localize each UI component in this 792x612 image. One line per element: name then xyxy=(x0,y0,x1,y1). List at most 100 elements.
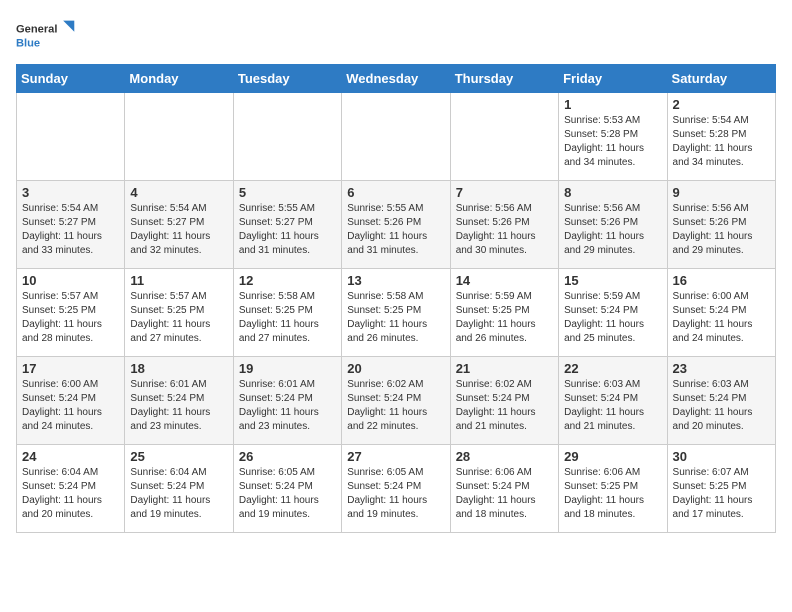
day-info: Sunrise: 6:06 AM Sunset: 5:25 PM Dayligh… xyxy=(564,466,661,522)
day-number: 29 xyxy=(564,449,661,464)
day-info: Sunrise: 6:00 AM Sunset: 5:24 PM Dayligh… xyxy=(673,290,770,346)
day-info: Sunrise: 6:07 AM Sunset: 5:25 PM Dayligh… xyxy=(673,466,770,522)
day-number: 13 xyxy=(347,273,444,288)
week-row-5: 24 Sunrise: 6:04 AM Sunset: 5:24 PM Dayli… xyxy=(17,445,776,533)
day-number: 25 xyxy=(130,449,227,464)
day-info: Sunrise: 5:54 AM Sunset: 5:27 PM Dayligh… xyxy=(130,202,227,258)
day-info: Sunrise: 5:55 AM Sunset: 5:27 PM Dayligh… xyxy=(239,202,336,258)
day-cell xyxy=(17,93,125,181)
day-cell: 8 Sunrise: 5:56 AM Sunset: 5:26 PM Daylig… xyxy=(559,181,667,269)
day-info: Sunrise: 6:00 AM Sunset: 5:24 PM Dayligh… xyxy=(22,378,119,434)
day-number: 26 xyxy=(239,449,336,464)
day-cell: 26 Sunrise: 6:05 AM Sunset: 5:24 PM Dayli… xyxy=(233,445,341,533)
day-cell: 1 Sunrise: 5:53 AM Sunset: 5:28 PM Daylig… xyxy=(559,93,667,181)
day-cell: 24 Sunrise: 6:04 AM Sunset: 5:24 PM Dayli… xyxy=(17,445,125,533)
day-cell xyxy=(342,93,450,181)
svg-text:Blue: Blue xyxy=(16,37,40,49)
header-cell-friday: Friday xyxy=(559,65,667,93)
day-number: 28 xyxy=(456,449,553,464)
day-number: 18 xyxy=(130,361,227,376)
day-number: 14 xyxy=(456,273,553,288)
day-info: Sunrise: 6:05 AM Sunset: 5:24 PM Dayligh… xyxy=(239,466,336,522)
day-info: Sunrise: 6:03 AM Sunset: 5:24 PM Dayligh… xyxy=(564,378,661,434)
day-info: Sunrise: 5:53 AM Sunset: 5:28 PM Dayligh… xyxy=(564,114,661,170)
day-cell xyxy=(450,93,558,181)
svg-text:General: General xyxy=(16,24,57,36)
day-number: 21 xyxy=(456,361,553,376)
day-number: 8 xyxy=(564,185,661,200)
day-cell: 2 Sunrise: 5:54 AM Sunset: 5:28 PM Daylig… xyxy=(667,93,775,181)
day-cell: 17 Sunrise: 6:00 AM Sunset: 5:24 PM Dayli… xyxy=(17,357,125,445)
day-info: Sunrise: 5:57 AM Sunset: 5:25 PM Dayligh… xyxy=(130,290,227,346)
day-number: 7 xyxy=(456,185,553,200)
day-cell: 9 Sunrise: 5:56 AM Sunset: 5:26 PM Daylig… xyxy=(667,181,775,269)
page-header: General Blue xyxy=(16,16,776,56)
day-info: Sunrise: 6:05 AM Sunset: 5:24 PM Dayligh… xyxy=(347,466,444,522)
week-row-2: 3Sunrise: 5:54 AM Sunset: 5:27 PM Daylig… xyxy=(17,181,776,269)
header-cell-saturday: Saturday xyxy=(667,65,775,93)
day-number: 30 xyxy=(673,449,770,464)
day-cell xyxy=(233,93,341,181)
day-cell xyxy=(125,93,233,181)
day-cell: 21Sunrise: 6:02 AM Sunset: 5:24 PM Dayli… xyxy=(450,357,558,445)
day-info: Sunrise: 5:59 AM Sunset: 5:25 PM Dayligh… xyxy=(456,290,553,346)
day-cell: 28Sunrise: 6:06 AM Sunset: 5:24 PM Dayli… xyxy=(450,445,558,533)
day-number: 1 xyxy=(564,97,661,112)
day-info: Sunrise: 5:58 AM Sunset: 5:25 PM Dayligh… xyxy=(347,290,444,346)
day-number: 4 xyxy=(130,185,227,200)
day-cell: 15 Sunrise: 5:59 AM Sunset: 5:24 PM Dayli… xyxy=(559,269,667,357)
week-row-3: 10 Sunrise: 5:57 AM Sunset: 5:25 PM Dayli… xyxy=(17,269,776,357)
day-cell: 14 Sunrise: 5:59 AM Sunset: 5:25 PM Dayli… xyxy=(450,269,558,357)
day-cell: 20Sunrise: 6:02 AM Sunset: 5:24 PM Dayli… xyxy=(342,357,450,445)
day-info: Sunrise: 6:01 AM Sunset: 5:24 PM Dayligh… xyxy=(130,378,227,434)
day-number: 23 xyxy=(673,361,770,376)
day-info: Sunrise: 5:55 AM Sunset: 5:26 PM Dayligh… xyxy=(347,202,444,258)
day-cell: 27 Sunrise: 6:05 AM Sunset: 5:24 PM Dayli… xyxy=(342,445,450,533)
header-cell-thursday: Thursday xyxy=(450,65,558,93)
day-info: Sunrise: 5:56 AM Sunset: 5:26 PM Dayligh… xyxy=(564,202,661,258)
day-number: 9 xyxy=(673,185,770,200)
day-info: Sunrise: 5:54 AM Sunset: 5:28 PM Dayligh… xyxy=(673,114,770,170)
day-info: Sunrise: 6:03 AM Sunset: 5:24 PM Dayligh… xyxy=(673,378,770,434)
header-row: SundayMondayTuesdayWednesdayThursdayFrid… xyxy=(17,65,776,93)
day-cell: 29 Sunrise: 6:06 AM Sunset: 5:25 PM Dayli… xyxy=(559,445,667,533)
day-info: Sunrise: 5:57 AM Sunset: 5:25 PM Dayligh… xyxy=(22,290,119,346)
day-cell: 11 Sunrise: 5:57 AM Sunset: 5:25 PM Dayli… xyxy=(125,269,233,357)
day-cell: 23 Sunrise: 6:03 AM Sunset: 5:24 PM Dayli… xyxy=(667,357,775,445)
calendar-table: SundayMondayTuesdayWednesdayThursdayFrid… xyxy=(16,64,776,533)
week-row-1: 1 Sunrise: 5:53 AM Sunset: 5:28 PM Daylig… xyxy=(17,93,776,181)
header-cell-monday: Monday xyxy=(125,65,233,93)
day-cell: 18 Sunrise: 6:01 AM Sunset: 5:24 PM Dayli… xyxy=(125,357,233,445)
day-number: 10 xyxy=(22,273,119,288)
day-cell: 3Sunrise: 5:54 AM Sunset: 5:27 PM Daylig… xyxy=(17,181,125,269)
logo: General Blue xyxy=(16,16,76,56)
day-info: Sunrise: 5:54 AM Sunset: 5:27 PM Dayligh… xyxy=(22,202,119,258)
day-number: 27 xyxy=(347,449,444,464)
logo-svg: General Blue xyxy=(16,16,76,56)
day-cell: 7Sunrise: 5:56 AM Sunset: 5:26 PM Daylig… xyxy=(450,181,558,269)
day-info: Sunrise: 5:58 AM Sunset: 5:25 PM Dayligh… xyxy=(239,290,336,346)
week-row-4: 17 Sunrise: 6:00 AM Sunset: 5:24 PM Dayli… xyxy=(17,357,776,445)
day-number: 5 xyxy=(239,185,336,200)
day-number: 24 xyxy=(22,449,119,464)
day-info: Sunrise: 5:56 AM Sunset: 5:26 PM Dayligh… xyxy=(673,202,770,258)
day-number: 11 xyxy=(130,273,227,288)
day-cell: 16Sunrise: 6:00 AM Sunset: 5:24 PM Dayli… xyxy=(667,269,775,357)
day-number: 6 xyxy=(347,185,444,200)
day-number: 15 xyxy=(564,273,661,288)
day-number: 22 xyxy=(564,361,661,376)
day-cell: 30 Sunrise: 6:07 AM Sunset: 5:25 PM Dayli… xyxy=(667,445,775,533)
day-info: Sunrise: 5:59 AM Sunset: 5:24 PM Dayligh… xyxy=(564,290,661,346)
header-cell-sunday: Sunday xyxy=(17,65,125,93)
day-number: 20 xyxy=(347,361,444,376)
day-info: Sunrise: 6:01 AM Sunset: 5:24 PM Dayligh… xyxy=(239,378,336,434)
day-number: 2 xyxy=(673,97,770,112)
day-cell: 25Sunrise: 6:04 AM Sunset: 5:24 PM Dayli… xyxy=(125,445,233,533)
day-cell: 13 Sunrise: 5:58 AM Sunset: 5:25 PM Dayli… xyxy=(342,269,450,357)
day-cell: 19Sunrise: 6:01 AM Sunset: 5:24 PM Dayli… xyxy=(233,357,341,445)
day-cell: 22 Sunrise: 6:03 AM Sunset: 5:24 PM Dayli… xyxy=(559,357,667,445)
day-number: 17 xyxy=(22,361,119,376)
day-number: 12 xyxy=(239,273,336,288)
day-info: Sunrise: 6:04 AM Sunset: 5:24 PM Dayligh… xyxy=(22,466,119,522)
day-cell: 10 Sunrise: 5:57 AM Sunset: 5:25 PM Dayli… xyxy=(17,269,125,357)
